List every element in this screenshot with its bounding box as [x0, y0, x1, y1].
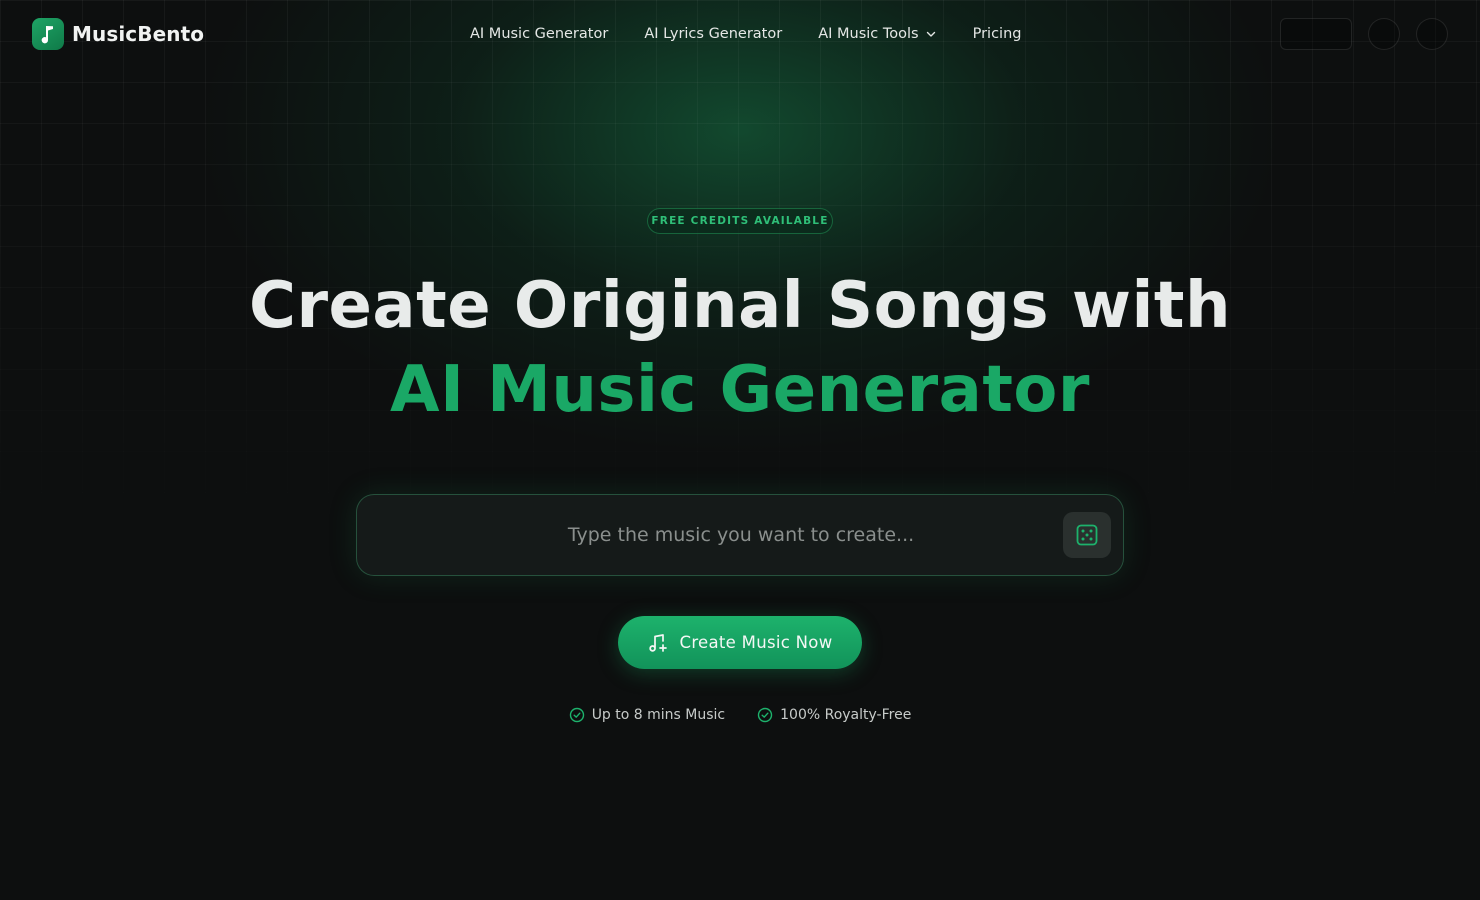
- music-prompt-input[interactable]: [377, 495, 1045, 575]
- feature-list: Up to 8 mins Music 100% Royalty-Free: [0, 704, 1480, 726]
- header-avatar-button[interactable]: [1416, 18, 1448, 50]
- music-note-icon: [32, 18, 64, 50]
- nav-ai-music-generator[interactable]: AI Music Generator: [470, 26, 608, 42]
- brand-name: MusicBento: [72, 22, 205, 46]
- check-circle-icon: [757, 707, 773, 723]
- dice-icon: [1076, 524, 1098, 546]
- random-prompt-button[interactable]: [1063, 512, 1111, 558]
- music-plus-icon: [648, 633, 667, 652]
- chevron-down-icon: [926, 31, 935, 37]
- create-music-button[interactable]: Create Music Now: [618, 616, 862, 669]
- free-credits-badge: FREE CREDITS AVAILABLE: [647, 208, 833, 234]
- header-action-button[interactable]: [1280, 18, 1352, 50]
- prompt-box: [356, 494, 1124, 576]
- nav-ai-lyrics-generator[interactable]: AI Lyrics Generator: [644, 26, 782, 42]
- brand-logo-link[interactable]: MusicBento: [32, 18, 204, 50]
- feature-item: 100% Royalty-Free: [757, 704, 911, 726]
- main-nav: AI Music Generator AI Lyrics Generator A…: [470, 22, 1021, 46]
- feature-label: Up to 8 mins Music: [591, 707, 726, 723]
- nav-label: AI Music Tools: [818, 26, 919, 42]
- hero-title-highlight: AI Music Generator: [390, 353, 1090, 427]
- nav-pricing[interactable]: Pricing: [973, 26, 1022, 42]
- top-header: MusicBento AI Music Generator AI Lyrics …: [0, 0, 1480, 68]
- hero-title: Create Original Songs with: [248, 269, 1232, 343]
- header-actions: [1280, 18, 1448, 50]
- nav-label: Pricing: [972, 26, 1022, 42]
- nav-ai-music-tools-dropdown[interactable]: AI Music Tools: [818, 26, 936, 42]
- feature-item: Up to 8 mins Music: [569, 704, 725, 726]
- page: MusicBento AI Music Generator AI Lyrics …: [0, 0, 1480, 900]
- nav-label: AI Music Generator: [470, 26, 609, 42]
- header-circle-button[interactable]: [1368, 18, 1400, 50]
- check-circle-icon: [569, 707, 584, 723]
- nav-label: AI Lyrics Generator: [644, 26, 783, 42]
- create-music-label: Create Music Now: [679, 633, 833, 652]
- feature-label: 100% Royalty-Free: [780, 707, 912, 723]
